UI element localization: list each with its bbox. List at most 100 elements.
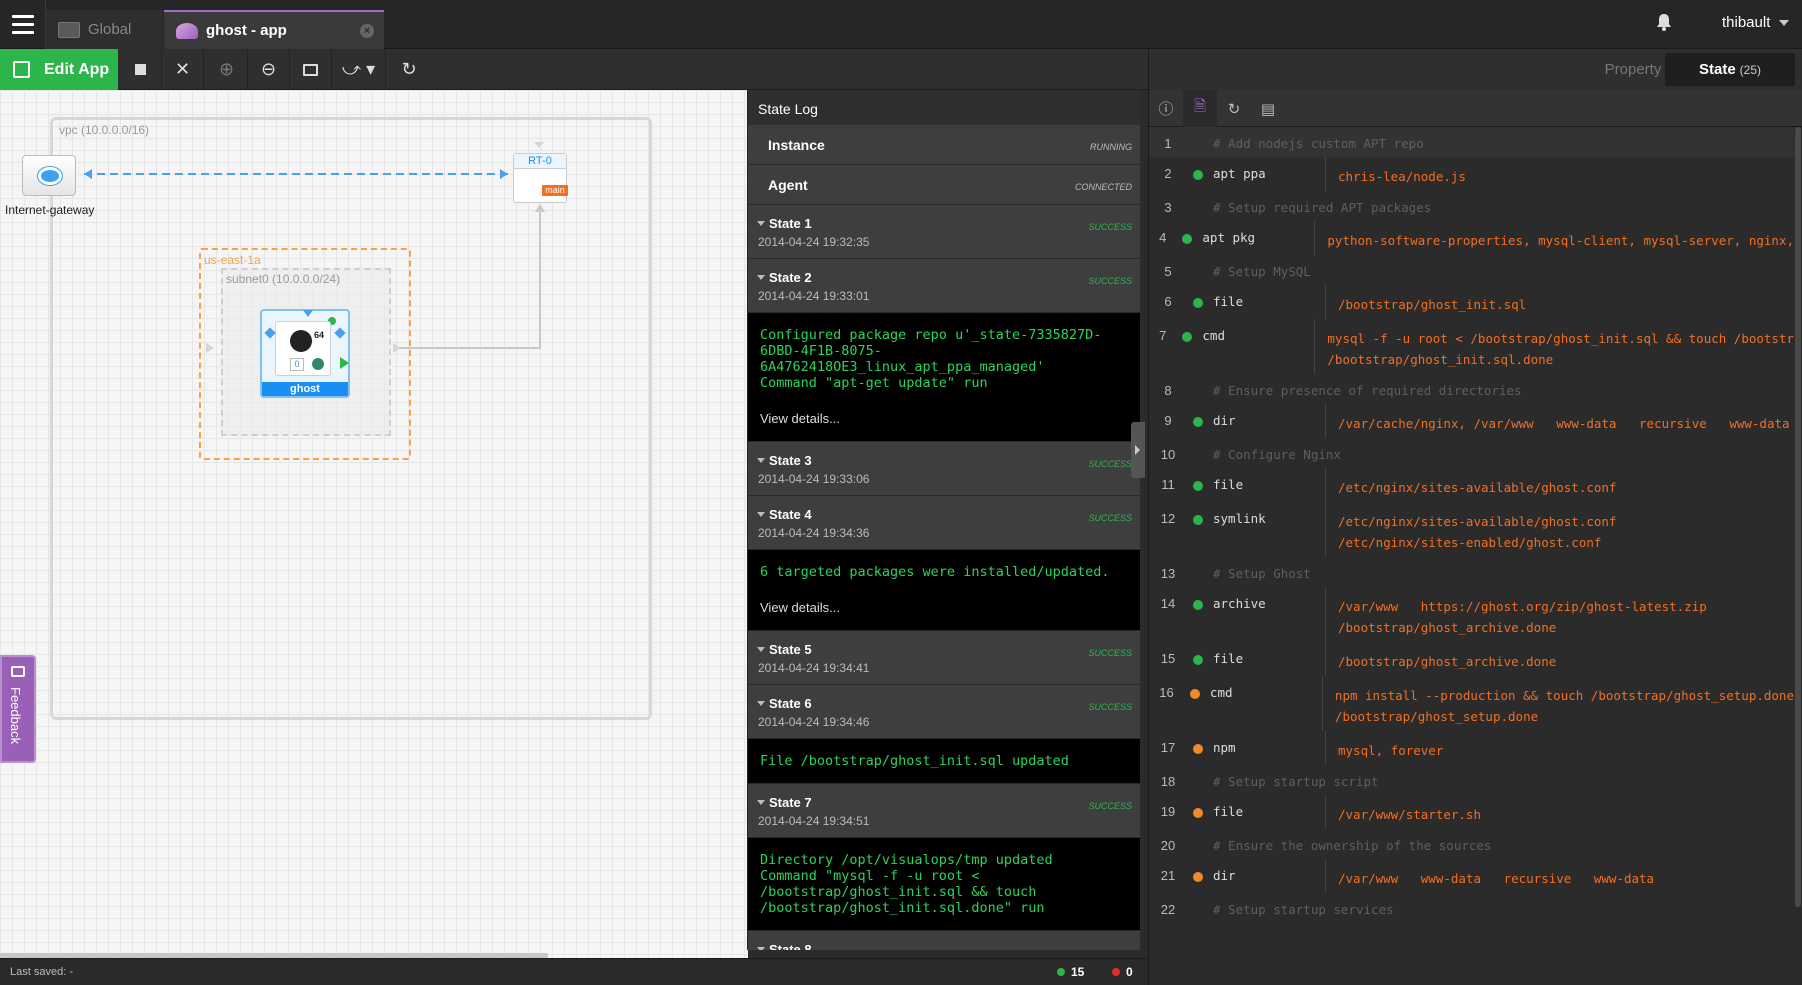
tab-ghost-app[interactable]: ghost - app × bbox=[164, 10, 384, 49]
connection-style-button[interactable]: ⤻ ▾ bbox=[332, 49, 386, 90]
line-number: 18 bbox=[1160, 774, 1176, 789]
state-line[interactable]: 2 apt ppa chris-lea/node.js bbox=[1149, 157, 1794, 191]
state-module: apt pkg bbox=[1202, 230, 1256, 245]
terminate-button[interactable]: ✕ bbox=[162, 49, 204, 90]
state-editor-button[interactable]: 🗎 bbox=[1183, 90, 1217, 127]
play-icon[interactable] bbox=[340, 357, 349, 369]
success-count[interactable]: 15 bbox=[1057, 965, 1084, 979]
state-line[interactable]: 18 # Setup startup script bbox=[1149, 765, 1794, 795]
port-left-icon[interactable] bbox=[264, 327, 276, 339]
edit-app-button[interactable]: Edit App bbox=[0, 49, 118, 90]
state-line[interactable]: 14 archive/var/www https://ghost.org/zip/… bbox=[1149, 587, 1794, 642]
route-table[interactable]: RT-0 main bbox=[513, 153, 568, 203]
state-line[interactable]: 6 file/bootstrap/ghost_init.sql bbox=[1149, 285, 1794, 319]
tab-state[interactable]: State (25) bbox=[1665, 53, 1795, 86]
state-log-item[interactable]: State 6 2014-04-24 19:34:46 SUCCESS bbox=[748, 685, 1140, 739]
state-comment: # Setup startup services bbox=[1213, 902, 1394, 917]
state-line[interactable]: 12 symlink/etc/nginx/sites-available/ghos… bbox=[1149, 502, 1794, 557]
state-log-item[interactable]: State 8 bbox=[748, 931, 1140, 950]
tab-label: ghost - app bbox=[206, 22, 287, 39]
state-line[interactable]: 17 npm mysql, forever bbox=[1149, 731, 1794, 765]
port-top-icon[interactable] bbox=[303, 310, 313, 317]
state-line[interactable]: 22 # Setup startup services bbox=[1149, 893, 1794, 923]
error-count[interactable]: 0 bbox=[1112, 965, 1133, 979]
design-canvas[interactable]: vpc (10.0.0.0/16) Internet-gateway RT-0 … bbox=[0, 90, 748, 958]
log-button[interactable]: ▤ bbox=[1251, 90, 1285, 127]
status-dot-empty bbox=[1193, 387, 1203, 397]
refresh-button[interactable]: ↻ bbox=[388, 49, 430, 90]
export-image-button[interactable] bbox=[290, 49, 332, 90]
state-status-dot bbox=[1193, 808, 1203, 818]
state-line[interactable]: 10 # Configure Nginx bbox=[1149, 438, 1794, 468]
refresh-state-button[interactable]: ↻ bbox=[1217, 90, 1251, 127]
state-name: State 4 bbox=[769, 507, 812, 522]
right-scrollbar[interactable] bbox=[1795, 127, 1801, 907]
state-log-item[interactable]: State 3 2014-04-24 19:33:06 SUCCESS bbox=[748, 442, 1140, 496]
state-log-item[interactable]: State 7 2014-04-24 19:34:51 SUCCESS bbox=[748, 784, 1140, 838]
ubuntu-icon bbox=[290, 330, 312, 352]
state-line[interactable]: 21 dir/var/www www-data recursive www-dat… bbox=[1149, 859, 1794, 893]
stop-button[interactable] bbox=[120, 49, 162, 90]
internet-gateway[interactable] bbox=[22, 155, 78, 199]
line-number: 16 bbox=[1159, 685, 1174, 700]
state-log-item[interactable]: State 1 2014-04-24 19:32:35 SUCCESS bbox=[748, 205, 1140, 259]
state-name: State 3 bbox=[769, 453, 812, 468]
state-line[interactable]: 5 # Setup MySQL bbox=[1149, 255, 1794, 285]
state-line[interactable]: 15 file/bootstrap/ghost_archive.done bbox=[1149, 642, 1794, 676]
right-panel-tabs: Property State (25) bbox=[1149, 49, 1802, 90]
feedback-tab[interactable]: Feedback bbox=[0, 655, 36, 763]
state-module: symlink bbox=[1213, 511, 1266, 526]
state-log-panel: State Log Instance RUNNING Agent CONNECT… bbox=[747, 90, 1140, 950]
state-line[interactable]: 13 # Setup Ghost bbox=[1149, 557, 1794, 587]
state-line[interactable]: 8 # Ensure presence of required directori… bbox=[1149, 374, 1794, 404]
user-menu[interactable]: thibault bbox=[1722, 14, 1770, 31]
status-bar: Last saved: - 15 0 bbox=[0, 958, 1148, 985]
state-code-list[interactable]: 1 # Add nodejs custom APT repo 2 apt ppa chr… bbox=[1149, 127, 1794, 985]
bell-icon[interactable] bbox=[1656, 13, 1672, 31]
state-line[interactable]: 16 cmd npm install --production && touch /… bbox=[1149, 676, 1794, 731]
state-line[interactable]: 4 apt pkg python-software-properties, mysq… bbox=[1149, 221, 1794, 255]
state-output-text: File /bootstrap/ghost_init.sql updated bbox=[760, 753, 1069, 769]
state-status-dot bbox=[1193, 170, 1203, 180]
state-status-dot bbox=[1193, 417, 1203, 427]
view-details-link[interactable]: View details... bbox=[760, 600, 1128, 616]
zoom-in-button[interactable]: ⊕ bbox=[206, 49, 248, 90]
chevron-down-icon[interactable] bbox=[1779, 20, 1789, 26]
collapse-caret-icon bbox=[757, 947, 765, 950]
info-button[interactable]: ⓘ bbox=[1149, 90, 1183, 127]
state-comment: # Add nodejs custom APT repo bbox=[1213, 136, 1424, 151]
collapse-caret-icon bbox=[757, 512, 765, 517]
state-log-item[interactable]: State 4 2014-04-24 19:34:36 SUCCESS bbox=[748, 496, 1140, 550]
volume-count[interactable]: 0 bbox=[290, 358, 304, 371]
state-line[interactable]: 1 # Add nodejs custom APT repo bbox=[1149, 127, 1794, 157]
row-label: Agent bbox=[768, 177, 808, 193]
state-line[interactable]: 19 file/var/www/starter.sh bbox=[1149, 795, 1794, 829]
state-line[interactable]: 3 # Setup required APT packages bbox=[1149, 191, 1794, 221]
state-line[interactable]: 11 file/etc/nginx/sites-available/ghost.c… bbox=[1149, 468, 1794, 502]
state-line[interactable]: 9 dir/var/cache/nginx, /var/www www-data … bbox=[1149, 404, 1794, 438]
line-number: 9 bbox=[1164, 413, 1172, 428]
instance-ghost[interactable]: 64 0 ghost bbox=[260, 309, 350, 398]
tab-global[interactable]: Global bbox=[46, 10, 163, 49]
state-output-text: 6 targeted packages were installed/updat… bbox=[760, 564, 1110, 580]
state-output: Configured package repo u'_state-7335827… bbox=[748, 313, 1140, 442]
state-line[interactable]: 7 cmd mysql -f -u root < /bootstrap/ghost_… bbox=[1149, 319, 1794, 374]
state-log-item[interactable]: State 2 2014-04-24 19:33:01 SUCCESS bbox=[748, 259, 1140, 313]
az-label: us-east-1a bbox=[204, 253, 261, 267]
state-time: 2014-04-24 19:32:35 bbox=[758, 235, 870, 249]
zoom-out-button[interactable]: ⊖ bbox=[248, 49, 290, 90]
edit-app-label: Edit App bbox=[44, 60, 110, 78]
state-log-item[interactable]: State 5 2014-04-24 19:34:41 SUCCESS bbox=[748, 631, 1140, 685]
state-value: /var/www https://ghost.org/zip/ghost-lat… bbox=[1325, 587, 1707, 642]
close-tab-icon[interactable]: × bbox=[360, 24, 374, 38]
menu-button[interactable] bbox=[0, 0, 46, 49]
state-status-dot bbox=[1193, 298, 1203, 308]
state-line[interactable]: 20 # Ensure the ownership of the sources bbox=[1149, 829, 1794, 859]
state-output: Directory /opt/visualops/tmp updated Com… bbox=[748, 838, 1140, 931]
collapse-panel-handle[interactable] bbox=[1131, 422, 1145, 478]
state-name: State 6 bbox=[769, 696, 812, 711]
eip-icon[interactable] bbox=[312, 358, 324, 370]
success-dot-icon bbox=[1057, 968, 1065, 976]
view-details-link[interactable]: View details... bbox=[760, 411, 1128, 427]
port-right-icon[interactable] bbox=[334, 327, 346, 339]
